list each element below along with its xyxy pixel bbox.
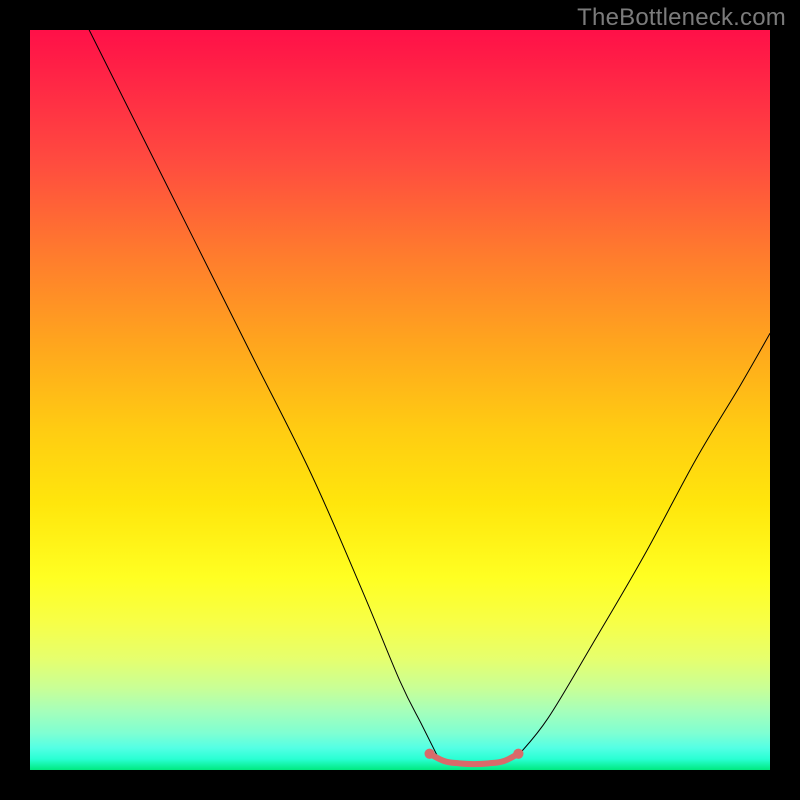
series-valley-band-end-dot-1 xyxy=(513,749,523,759)
chart-frame: TheBottleneck.com xyxy=(0,0,800,800)
plot-area xyxy=(30,30,770,770)
series-curve-left xyxy=(89,30,437,755)
watermark-text: TheBottleneck.com xyxy=(577,4,786,32)
series-curve-right xyxy=(518,333,770,755)
curves-group xyxy=(89,30,770,764)
series-valley-band-end-dot-0 xyxy=(425,749,435,759)
series-valley-band xyxy=(430,754,519,764)
curve-layer xyxy=(30,30,770,770)
